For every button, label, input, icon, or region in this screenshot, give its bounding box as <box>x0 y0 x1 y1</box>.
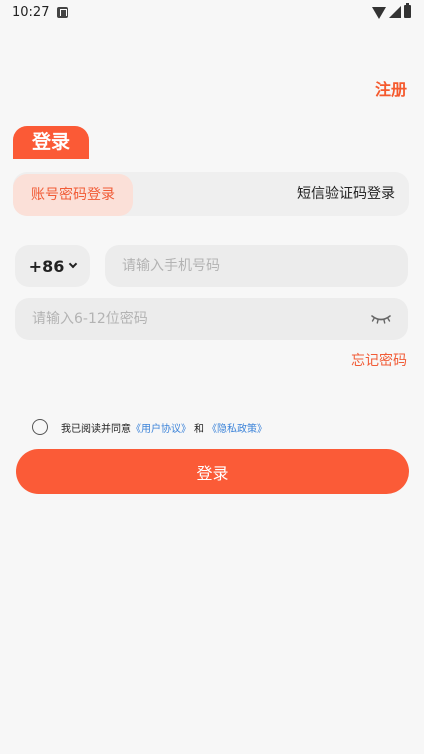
forgot-password-link[interactable]: 忘记密码 <box>351 350 407 370</box>
agreement-checkbox[interactable] <box>32 419 48 435</box>
tab-sms-code-login[interactable]: 短信验证码登录 <box>297 172 395 216</box>
login-title: 登录 <box>13 126 89 159</box>
eye-closed-icon[interactable] <box>370 312 392 326</box>
login-button[interactable]: 登录 <box>16 449 409 494</box>
agreement-row: 我已阅读并同意 《用户协议》 和 《隐私政策》 <box>32 418 267 436</box>
chevron-down-icon <box>69 259 78 269</box>
password-input[interactable] <box>15 298 408 340</box>
privacy-policy-link[interactable]: 《隐私政策》 <box>207 420 267 435</box>
country-code-selector[interactable]: +86 <box>15 245 90 287</box>
login-screen: 10:27 注册 登录 账号密码登录 短信验证码登录 +86 忘记密码 我已阅读… <box>0 0 424 754</box>
tab-account-password-login[interactable]: 账号密码登录 <box>13 174 133 216</box>
battery-icon <box>404 3 411 18</box>
signal-icon <box>389 6 401 18</box>
country-code-value: +86 <box>28 256 65 276</box>
agreement-and: 和 <box>194 423 204 435</box>
status-bar: 10:27 <box>0 0 424 26</box>
user-agreement-link[interactable]: 《用户协议》 <box>131 420 191 435</box>
wifi-icon <box>372 7 386 19</box>
login-mode-switch: 账号密码登录 短信验证码登录 <box>13 172 409 216</box>
phone-input[interactable] <box>105 245 408 287</box>
status-time: 10:27 <box>12 5 50 20</box>
notification-icon <box>57 7 68 18</box>
register-link[interactable]: 注册 <box>375 76 407 100</box>
agreement-prefix: 我已阅读并同意 <box>61 423 131 435</box>
